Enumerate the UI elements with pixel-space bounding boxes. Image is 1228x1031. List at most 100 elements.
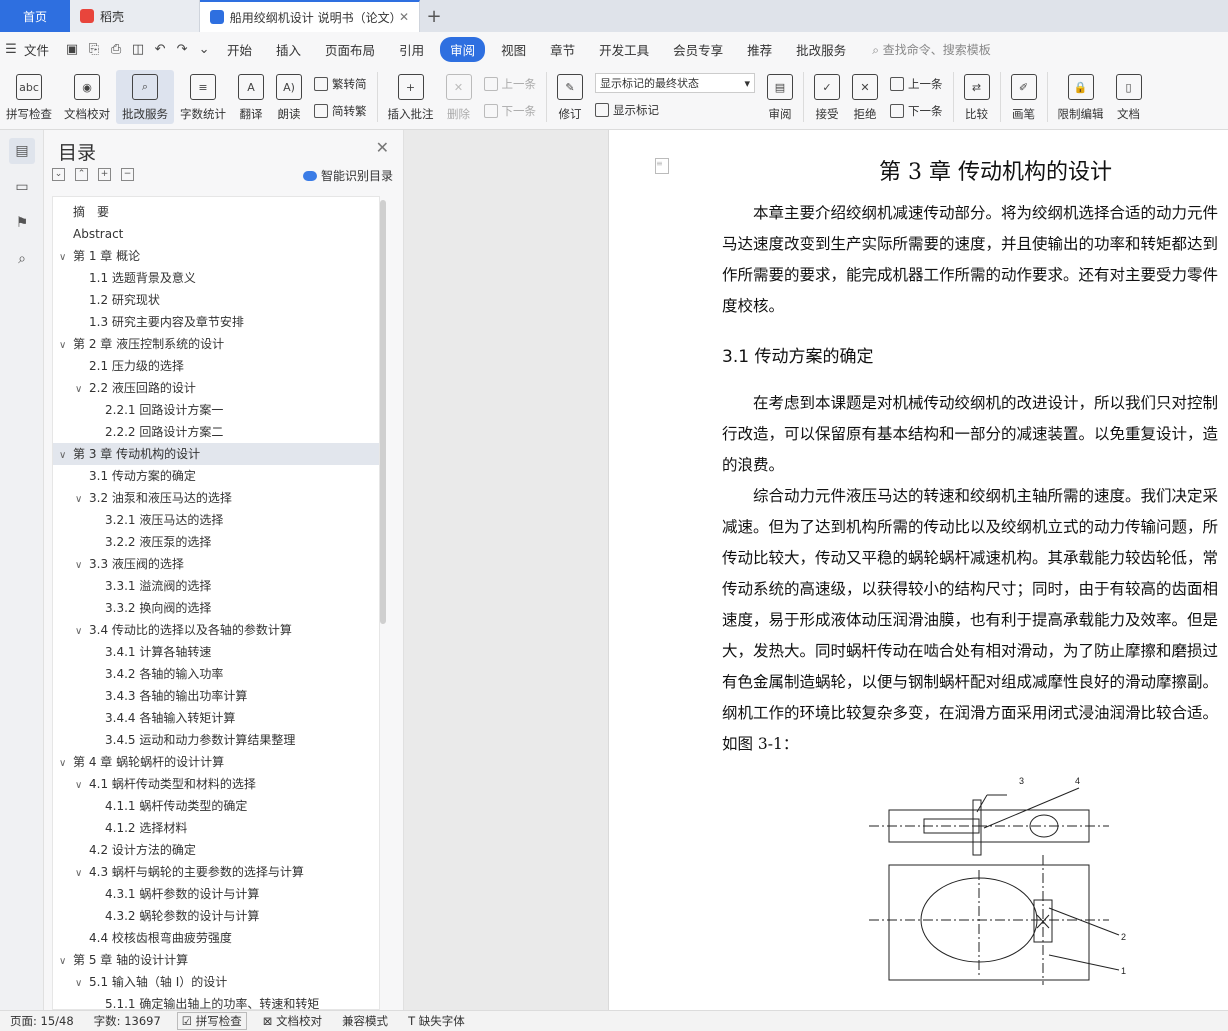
chevron-down-icon[interactable]: ∨ xyxy=(75,621,89,643)
doc-permission-button[interactable]: ▯ 文档 xyxy=(1110,70,1148,124)
toc-item[interactable]: 2.1 压力级的选择 xyxy=(53,355,379,377)
menu-view[interactable]: 视图 xyxy=(489,40,538,59)
chevron-down-icon[interactable]: ∨ xyxy=(59,247,73,269)
bookmark-icon[interactable]: ⚑ xyxy=(9,210,35,236)
toc-item[interactable]: 3.4.4 各轴输入转矩计算 xyxy=(53,707,379,729)
track-changes-button[interactable]: ✎ 修订 xyxy=(551,70,589,124)
chevron-down-icon[interactable]: ∨ xyxy=(59,951,73,973)
menu-references[interactable]: 引用 xyxy=(387,40,436,59)
toc-item[interactable]: 1.1 选题背景及意义 xyxy=(53,267,379,289)
toc-item[interactable]: ∨ 3.4 传动比的选择以及各轴的参数计算 xyxy=(53,619,379,641)
ink-button[interactable]: ✐ 画笔 xyxy=(1005,70,1043,124)
menu-insert[interactable]: 插入 xyxy=(264,40,313,59)
menu-layout[interactable]: 页面布局 xyxy=(313,40,387,59)
menu-recommend[interactable]: 推荐 xyxy=(735,40,784,59)
translate-button[interactable]: A 翻译 xyxy=(232,70,270,124)
search-icon[interactable]: ⌕ xyxy=(9,246,35,272)
compare-button[interactable]: ⇄ 比较 xyxy=(958,70,996,124)
menu-start[interactable]: 开始 xyxy=(215,40,264,59)
toc-item[interactable]: ∨ 2.2 液压回路的设计 xyxy=(53,377,379,399)
preview-icon[interactable]: ◫ xyxy=(127,42,149,57)
new-tab-button[interactable]: + xyxy=(420,0,448,32)
prev-comment-button[interactable]: 上一条 xyxy=(483,73,536,95)
read-aloud-button[interactable]: A) 朗读 xyxy=(270,70,308,124)
toc-item[interactable]: ∨ 第 5 章 轴的设计计算 xyxy=(53,949,379,971)
toc-item[interactable]: ∨ 第 2 章 液压控制系统的设计 xyxy=(53,333,379,355)
chapter-nav-icon[interactable]: ▭ xyxy=(9,174,35,200)
menu-dev-tools[interactable]: 开发工具 xyxy=(587,40,661,59)
toc-item[interactable]: 2.2.2 回路设计方案二 xyxy=(53,421,379,443)
command-search[interactable]: ⌕ 查找命令、搜索模板 xyxy=(872,41,991,58)
smart-toc-button[interactable]: 智能识别目录 xyxy=(302,167,393,184)
word-count-button[interactable]: ≡ 字数统计 xyxy=(174,70,232,124)
menu-member[interactable]: 会员专享 xyxy=(661,40,735,59)
reject-button[interactable]: ✕ 拒绝 xyxy=(846,70,884,124)
toc-item[interactable]: 3.2.1 液压马达的选择 xyxy=(53,509,379,531)
status-spell-check[interactable]: ☑ 拼写检查 xyxy=(176,1012,247,1030)
chevron-down-icon[interactable]: ∨ xyxy=(75,555,89,577)
chevron-down-icon[interactable]: ∨ xyxy=(59,335,73,357)
toc-item[interactable]: ∨ 5.1 输入轴（轴 I）的设计 xyxy=(53,971,379,993)
toc-item[interactable]: 3.4.3 各轴的输出功率计算 xyxy=(53,685,379,707)
export-icon[interactable]: ⎘ xyxy=(83,42,105,57)
toc-item[interactable]: 摘 要 xyxy=(53,201,379,223)
missing-font[interactable]: T 缺失字体 xyxy=(398,1013,475,1029)
toc-item[interactable]: ∨ 第 4 章 蜗轮蜗杆的设计计算 xyxy=(53,751,379,773)
delete-comment-button[interactable]: ✕ 删除 xyxy=(440,70,478,124)
next-comment-button[interactable]: 下一条 xyxy=(483,100,536,122)
spell-check-button[interactable]: abc 拼写检查 xyxy=(0,70,58,124)
toc-item[interactable]: 5.1.1 确定输出轴上的功率、转速和转矩 xyxy=(53,993,379,1009)
toc-item[interactable]: 4.1.2 选择材料 xyxy=(53,817,379,839)
collapse-all-icon[interactable]: ⌃ xyxy=(75,168,88,181)
chevron-down-icon[interactable]: ∨ xyxy=(75,489,89,511)
add-item-icon[interactable]: + xyxy=(98,168,111,181)
close-icon[interactable]: ✕ xyxy=(376,138,389,157)
chevron-down-icon[interactable]: ∨ xyxy=(75,863,89,885)
toc-item[interactable]: ∨ 第 3 章 传动机构的设计 xyxy=(53,443,379,465)
toc-item[interactable]: 3.2.2 液压泵的选择 xyxy=(53,531,379,553)
menu-file[interactable]: 文件 xyxy=(22,40,61,59)
word-count[interactable]: 字数: 13697 xyxy=(84,1013,171,1029)
markup-state-select[interactable]: 显示标记的最终状态 ▾ xyxy=(595,73,755,93)
chevron-down-icon[interactable]: ∨ xyxy=(59,753,73,775)
menu-review[interactable]: 审阅 xyxy=(440,36,486,62)
show-markup-button[interactable]: 显示标记 xyxy=(595,99,755,121)
toc-item[interactable]: 2.2.1 回路设计方案一 xyxy=(53,399,379,421)
document-page[interactable]: ≡ 第 3 章 传动机构的设计 本章主要介绍绞纲机减速传动部分。将为绞纲机选择合… xyxy=(608,130,1228,1010)
toc-item[interactable]: 3.4.2 各轴的输入功率 xyxy=(53,663,379,685)
next-change-button[interactable]: 下一条 xyxy=(890,100,943,122)
prev-change-button[interactable]: 上一条 xyxy=(890,73,943,95)
restrict-edit-button[interactable]: 🔒 限制编辑 xyxy=(1052,70,1110,124)
redo-icon[interactable]: ↷ xyxy=(171,42,193,57)
status-doc-proof[interactable]: ⊠ 文档校对 xyxy=(253,1013,332,1029)
insert-comment-button[interactable]: + 插入批注 xyxy=(382,70,440,124)
toc-item[interactable]: 3.1 传动方案的确定 xyxy=(53,465,379,487)
toc-item[interactable]: ∨ 第 1 章 概论 xyxy=(53,245,379,267)
tab-document[interactable]: 船用绞纲机设计 说明书（论文） ✕ xyxy=(200,0,420,32)
toc-item[interactable]: ∨ 4.3 蜗杆与蜗轮的主要参数的选择与计算 xyxy=(53,861,379,883)
review-pane-button[interactable]: ▤ 审阅 xyxy=(761,70,799,124)
chevron-down-icon[interactable]: ∨ xyxy=(59,445,73,467)
toc-item[interactable]: 1.2 研究现状 xyxy=(53,289,379,311)
toc-item[interactable]: 4.3.2 蜗轮参数的设计与计算 xyxy=(53,905,379,927)
toc-item[interactable]: ∨ 4.1 蜗杆传动类型和材料的选择 xyxy=(53,773,379,795)
chevron-down-icon[interactable]: ∨ xyxy=(75,775,89,797)
toc-item[interactable]: 4.2 设计方法的确定 xyxy=(53,839,379,861)
toc-item[interactable]: 4.4 校核齿根弯曲疲劳强度 xyxy=(53,927,379,949)
menu-grading[interactable]: 批改服务 xyxy=(784,40,858,59)
toc-item[interactable]: 4.3.1 蜗杆参数的设计与计算 xyxy=(53,883,379,905)
simp-to-trad-button[interactable]: 简转繁 xyxy=(314,100,367,122)
remove-item-icon[interactable]: − xyxy=(121,168,134,181)
toc-item[interactable]: 1.3 研究主要内容及章节安排 xyxy=(53,311,379,333)
toc-item[interactable]: 3.4.1 计算各轴转速 xyxy=(53,641,379,663)
page-count[interactable]: 页面: 15/48 xyxy=(0,1013,84,1029)
trad-to-simp-button[interactable]: 繁转简 xyxy=(314,73,367,95)
toc-item[interactable]: 4.1.1 蜗杆传动类型的确定 xyxy=(53,795,379,817)
hamburger-icon[interactable]: ☰ xyxy=(0,42,22,57)
accept-button[interactable]: ✓ 接受 xyxy=(808,70,846,124)
tab-docer[interactable]: 稻壳 xyxy=(70,0,200,32)
toc-item[interactable]: ∨ 3.2 油泵和液压马达的选择 xyxy=(53,487,379,509)
review-service-button[interactable]: ⌕ 批改服务 xyxy=(116,70,174,124)
toc-item[interactable]: 3.3.2 换向阀的选择 xyxy=(53,597,379,619)
doc-proof-button[interactable]: ◉ 文档校对 xyxy=(58,70,116,124)
